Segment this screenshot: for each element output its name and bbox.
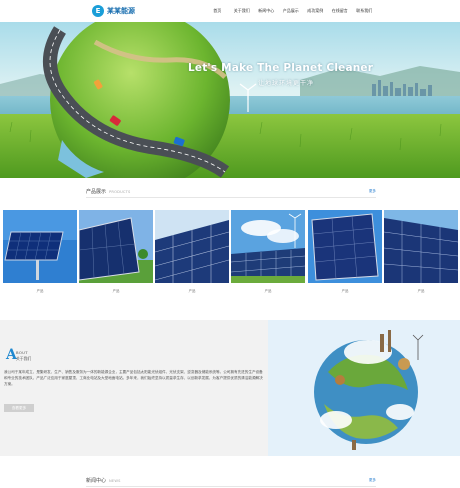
about-title-cn: 关于我们: [16, 356, 32, 361]
news-subtitle: NEWS: [109, 479, 121, 483]
hero-subtitle: 让地球环境更干净: [258, 80, 315, 87]
news-title: 新闻中心: [86, 478, 107, 484]
nav-item-products[interactable]: 产品展示: [279, 8, 304, 14]
nav-item-message[interactable]: 在线留言: [328, 8, 353, 14]
products-heading: 产品展示 PRODUCTS 更多: [86, 188, 376, 198]
products-title: 产品展示: [86, 189, 107, 195]
logo-text: 某某能源: [107, 7, 135, 15]
product-card[interactable]: 产品: [3, 210, 77, 298]
product-image: [155, 210, 229, 283]
news-more-link[interactable]: 更多: [369, 478, 376, 483]
product-caption: 产品: [112, 289, 120, 293]
about-more-button[interactable]: 查看更多: [4, 404, 34, 412]
about-description: 我公司于某年成立，是集研发、生产、销售及服务为一体的新能源企业，主要产品包括太阳…: [4, 370, 263, 387]
products-subtitle: PRODUCTS: [109, 190, 131, 194]
about-image: [268, 320, 460, 456]
hero-image: [0, 22, 460, 178]
nav-item-about[interactable]: 关于我们: [230, 8, 255, 14]
site-logo[interactable]: E 某某能源: [92, 5, 135, 17]
news-heading: 新闻中心 NEWS 更多: [86, 477, 376, 487]
nav-item-home[interactable]: 首页: [205, 8, 230, 14]
hero-title: Let's Make The Planet Cleaner: [188, 62, 374, 74]
nav-item-cases[interactable]: 成功案例: [303, 8, 328, 14]
product-image: [308, 210, 382, 283]
products-grid: 产品 产品 产品 产品 产品 产品: [0, 210, 460, 298]
products-more-link[interactable]: 更多: [369, 189, 376, 194]
product-image: [3, 210, 77, 283]
hero-banner[interactable]: Let's Make The Planet Cleaner 让地球环境更干净: [0, 22, 460, 178]
news-divider: [86, 486, 376, 487]
about-section: [0, 320, 268, 456]
product-card[interactable]: 产品: [155, 210, 229, 298]
main-nav: 首页 关于我们 新闻中心 产品展示 成功案例 在线留言 联系我们: [205, 8, 377, 14]
product-caption: 产品: [188, 289, 196, 293]
product-caption: 产品: [36, 289, 44, 293]
product-caption: 产品: [341, 289, 349, 293]
product-card[interactable]: 产品: [231, 210, 305, 298]
product-image: [384, 210, 458, 283]
about-title-en: BOUT: [16, 350, 28, 355]
product-image: [231, 210, 305, 283]
nav-item-news[interactable]: 新闻中心: [254, 8, 279, 14]
site-header: E 某某能源 首页 关于我们 新闻中心 产品展示 成功案例 在线留言 联系我们: [0, 0, 460, 22]
logo-icon: E: [92, 5, 104, 17]
product-caption: 产品: [264, 289, 272, 293]
nav-item-contact[interactable]: 联系我们: [352, 8, 377, 14]
product-card[interactable]: 产品: [79, 210, 153, 298]
product-card[interactable]: 产品: [384, 210, 458, 298]
products-divider: [86, 197, 376, 198]
product-image: [79, 210, 153, 283]
product-card[interactable]: 产品: [308, 210, 382, 298]
product-caption: 产品: [417, 289, 425, 293]
